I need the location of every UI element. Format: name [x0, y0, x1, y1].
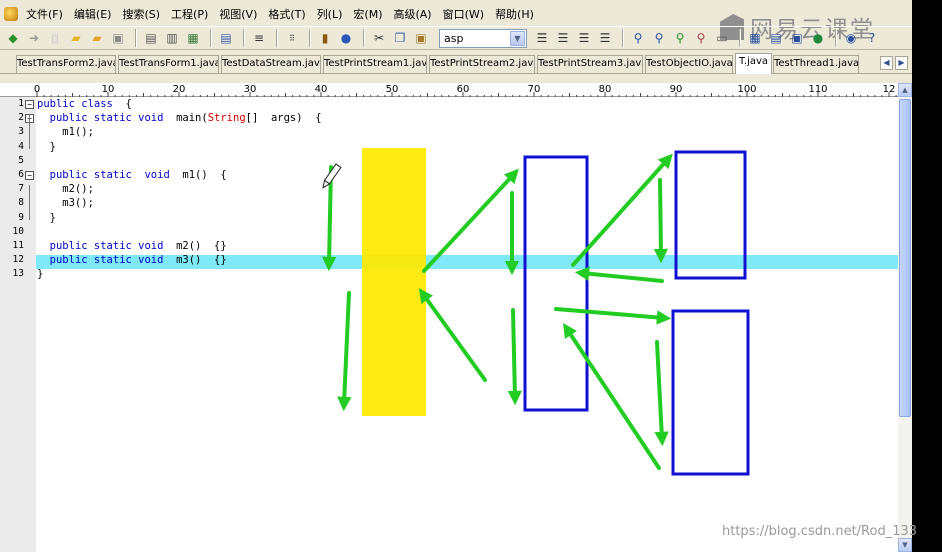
yellow-marker-highlight	[362, 148, 426, 416]
stack-frame-box-top	[674, 150, 747, 280]
green-arrow	[507, 308, 523, 406]
blog-watermark: https://blog.csdn.net/Rod_133	[722, 524, 918, 539]
stack-diagram-annotation	[321, 148, 750, 476]
green-arrow	[574, 266, 664, 283]
green-arrow	[563, 322, 661, 470]
green-arrow	[554, 307, 672, 325]
green-arrow	[337, 291, 352, 412]
stack-frame-box-main	[523, 155, 589, 412]
green-arrow	[422, 168, 519, 273]
editor-window: 文件(F) 编辑(E) 搜索(S) 工程(P) 视图(V) 格式(T) 列(L)…	[0, 0, 912, 552]
green-arrow	[653, 178, 669, 264]
green-arrow	[418, 288, 487, 382]
green-arrow	[654, 340, 669, 447]
stack-frame-box-bottom	[671, 309, 750, 476]
